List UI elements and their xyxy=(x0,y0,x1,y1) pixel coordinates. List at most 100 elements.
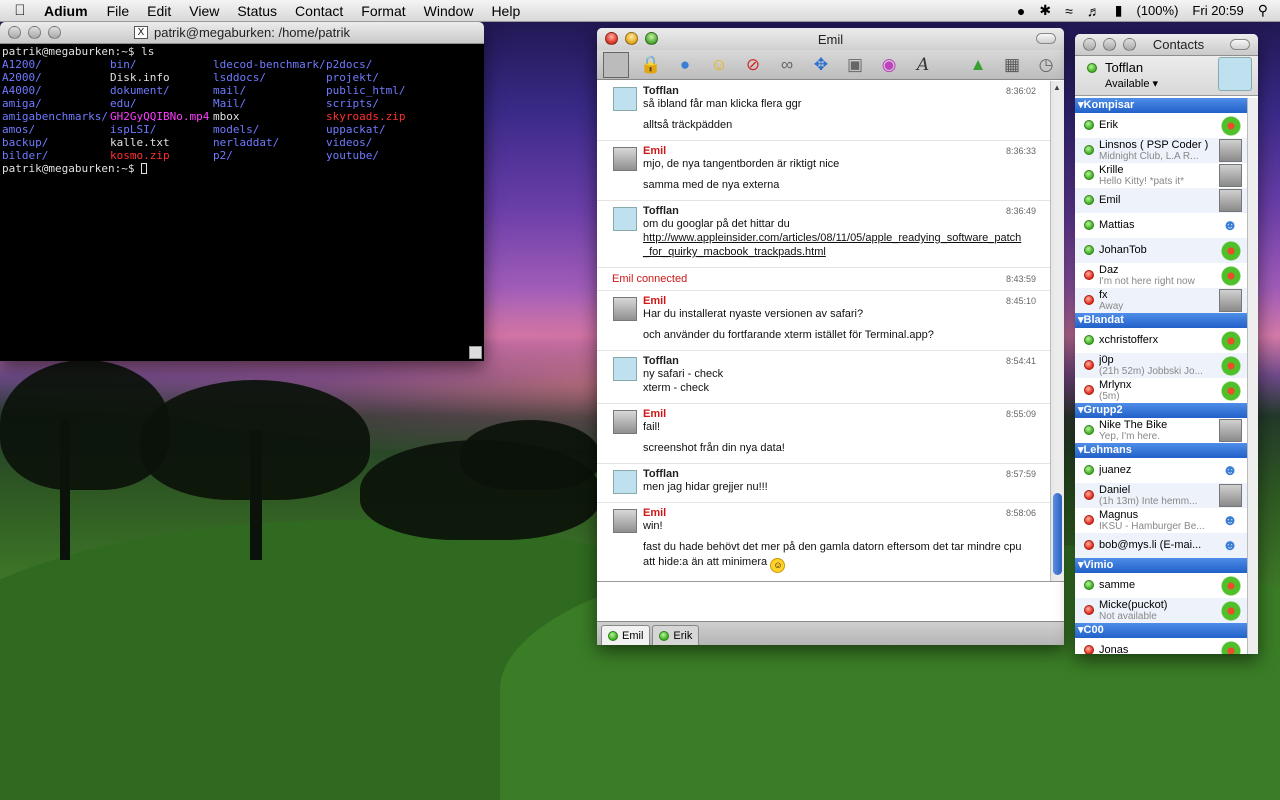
contact-card-icon[interactable]: ▦ xyxy=(1000,53,1024,77)
contact-avatar-icon[interactable] xyxy=(603,51,629,78)
link-icon[interactable]: ∞ xyxy=(775,53,799,77)
color-wheel-icon[interactable]: ◉ xyxy=(877,53,901,77)
self-status-menu[interactable]: Available ▾ xyxy=(1105,77,1158,90)
menu-window[interactable]: Window xyxy=(415,3,483,19)
contact-row[interactable]: Magnus IKSU - Hamburger Be... ☻ xyxy=(1075,508,1247,533)
message-timestamp: 8:36:02 xyxy=(1005,86,1036,96)
safari-icon[interactable]: ✥ xyxy=(809,53,833,77)
close-button[interactable] xyxy=(1083,38,1096,51)
contact-row[interactable]: samme xyxy=(1075,573,1247,598)
self-avatar[interactable] xyxy=(1218,57,1252,91)
terminal-output[interactable]: patrik@megaburken:~$ ls A1200/bin/ldecod… xyxy=(0,44,484,176)
contact-row[interactable]: Daniel (1h 13m) Inte hemm... xyxy=(1075,483,1247,508)
buddy-avatar-icon xyxy=(613,297,637,321)
menu-edit[interactable]: Edit xyxy=(138,3,180,19)
contact-row[interactable]: Linsnos ( PSP Coder ) Midnight Club, L.A … xyxy=(1075,138,1247,163)
menu-status[interactable]: Status xyxy=(228,3,286,19)
minimize-button[interactable] xyxy=(625,32,638,45)
scroll-thumb[interactable] xyxy=(1053,493,1062,575)
contact-row[interactable]: Micke(puckot) Not available xyxy=(1075,598,1247,623)
contact-row[interactable]: Jonas xyxy=(1075,638,1247,654)
contact-row[interactable]: xchristofferx xyxy=(1075,328,1247,353)
font-icon[interactable]: A xyxy=(911,53,935,77)
contact-group-header[interactable]: ▾C00 xyxy=(1075,623,1247,638)
contact-row[interactable]: Daz I'm not here right now xyxy=(1075,263,1247,288)
contact-row[interactable]: Nike The Bike Yep, I'm here. xyxy=(1075,418,1247,443)
info-icon[interactable]: ▣ xyxy=(843,53,867,77)
lock-icon[interactable]: 🔒 xyxy=(639,53,663,77)
contact-row[interactable]: JohanTob xyxy=(1075,238,1247,263)
contact-group-name: Blandat xyxy=(1083,314,1124,326)
toolbar-toggle-button[interactable] xyxy=(1230,39,1250,50)
zoom-button[interactable] xyxy=(645,32,658,45)
status-available-icon xyxy=(1084,465,1094,475)
contact-row[interactable]: Erik xyxy=(1075,113,1247,138)
block-icon[interactable]: ⊘ xyxy=(741,53,765,77)
contact-row[interactable]: Krille Hello Kitty! *pats it* xyxy=(1075,163,1247,188)
chat-titlebar[interactable]: Emil xyxy=(597,28,1064,50)
contact-group-header[interactable]: ▾Kompisar xyxy=(1075,98,1247,113)
tab-erik[interactable]: Erik xyxy=(652,625,700,645)
menu-clock[interactable]: Fri 20:59 xyxy=(1192,3,1243,18)
terminal-prompt-line: patrik@megaburken:~$ xyxy=(2,162,482,175)
toolbar-toggle-button[interactable] xyxy=(1036,33,1056,44)
buddy-avatar-icon xyxy=(613,470,637,494)
menu-file[interactable]: File xyxy=(98,3,139,19)
menu-app-name[interactable]: Adium xyxy=(40,3,98,19)
message-input[interactable] xyxy=(597,581,1064,619)
message-view[interactable]: Tofflan 8:36:02 så ibland får man klicka f… xyxy=(597,81,1050,608)
spotlight-search-icon[interactable]: ⚲ xyxy=(1258,2,1268,19)
contact-group-header[interactable]: ▾Vimio xyxy=(1075,558,1247,573)
contact-row[interactable]: Mrlynx (5m) xyxy=(1075,378,1247,403)
bluetooth-icon[interactable]: ✱ xyxy=(1039,2,1051,19)
message-bubble-icon[interactable]: ● xyxy=(673,53,697,77)
contact-row[interactable]: juanez ☻ xyxy=(1075,458,1247,483)
status-available-icon xyxy=(1084,580,1094,590)
apple-menu-icon[interactable]:  xyxy=(0,2,40,19)
menu-view[interactable]: View xyxy=(180,3,228,19)
close-button[interactable] xyxy=(8,26,21,39)
wifi-icon[interactable]: ≈ xyxy=(1065,3,1073,19)
close-button[interactable] xyxy=(605,32,618,45)
minimize-button[interactable] xyxy=(1103,38,1116,51)
contact-group-header[interactable]: ▾Blandat xyxy=(1075,313,1247,328)
contact-group-header[interactable]: ▾Grupp2 xyxy=(1075,403,1247,418)
emoticon-icon[interactable]: ☺ xyxy=(707,53,731,77)
terminal-cursor xyxy=(141,163,148,174)
message-scrollbar[interactable]: ▲ ▲ ▼ xyxy=(1050,81,1064,608)
chat-message: Emil 8:58:06 win! fast du hade behövt det m… xyxy=(597,503,1050,582)
message-link[interactable]: http://www.appleinsider.com/articles/08/… xyxy=(643,231,1042,245)
contact-group-header[interactable]: ▾Lehmans xyxy=(1075,443,1247,458)
contact-list[interactable]: ▾Kompisar Erik Linsnos ( PSP Coder ) Midnig… xyxy=(1075,98,1247,654)
contact-name: Daz xyxy=(1099,264,1119,276)
buddy-photo-icon xyxy=(1219,289,1242,312)
minimize-button[interactable] xyxy=(28,26,41,39)
tab-emil[interactable]: Emil xyxy=(601,625,651,645)
battery-icon[interactable]: ▮ xyxy=(1115,2,1123,19)
contact-row[interactable]: j0p (21h 52m) Jobbski Jo... xyxy=(1075,353,1247,378)
menu-help[interactable]: Help xyxy=(482,3,529,19)
zoom-button[interactable] xyxy=(1123,38,1136,51)
zoom-button[interactable] xyxy=(48,26,61,39)
terminal-titlebar[interactable]: X patrik@megaburken: /home/patrik xyxy=(0,22,484,44)
menu-format[interactable]: Format xyxy=(352,3,414,19)
adium-duck-icon[interactable]: ● xyxy=(1017,3,1025,19)
resize-handle[interactable] xyxy=(469,346,482,359)
contact-row[interactable]: Mattias ☻ xyxy=(1075,213,1247,238)
scroll-up-arrow-icon[interactable]: ▲ xyxy=(1053,83,1061,92)
volume-icon[interactable]: ♬ xyxy=(1087,3,1101,19)
contacts-titlebar[interactable]: Contacts xyxy=(1075,34,1258,56)
ls-entry: A1200/ xyxy=(2,58,42,71)
history-clock-icon[interactable]: ◷ xyxy=(1034,53,1058,77)
contact-row[interactable]: Emil xyxy=(1075,188,1247,213)
send-file-icon[interactable]: ▲ xyxy=(966,53,990,77)
contact-row[interactable]: bob@mys.li (E-mai... ☻ xyxy=(1075,533,1247,558)
contact-list-scrollbar[interactable] xyxy=(1247,98,1258,654)
contact-row[interactable]: fx Away xyxy=(1075,288,1247,313)
buddy-photo-icon xyxy=(1219,189,1242,212)
menu-contact[interactable]: Contact xyxy=(286,3,352,19)
self-name[interactable]: Tofflan xyxy=(1105,60,1143,75)
smiley-emoticon-icon: ☺ xyxy=(770,558,786,573)
message-link[interactable]: _for_quirky_macbook_trackpads.html xyxy=(643,245,1042,259)
status-available-icon xyxy=(1084,120,1094,130)
